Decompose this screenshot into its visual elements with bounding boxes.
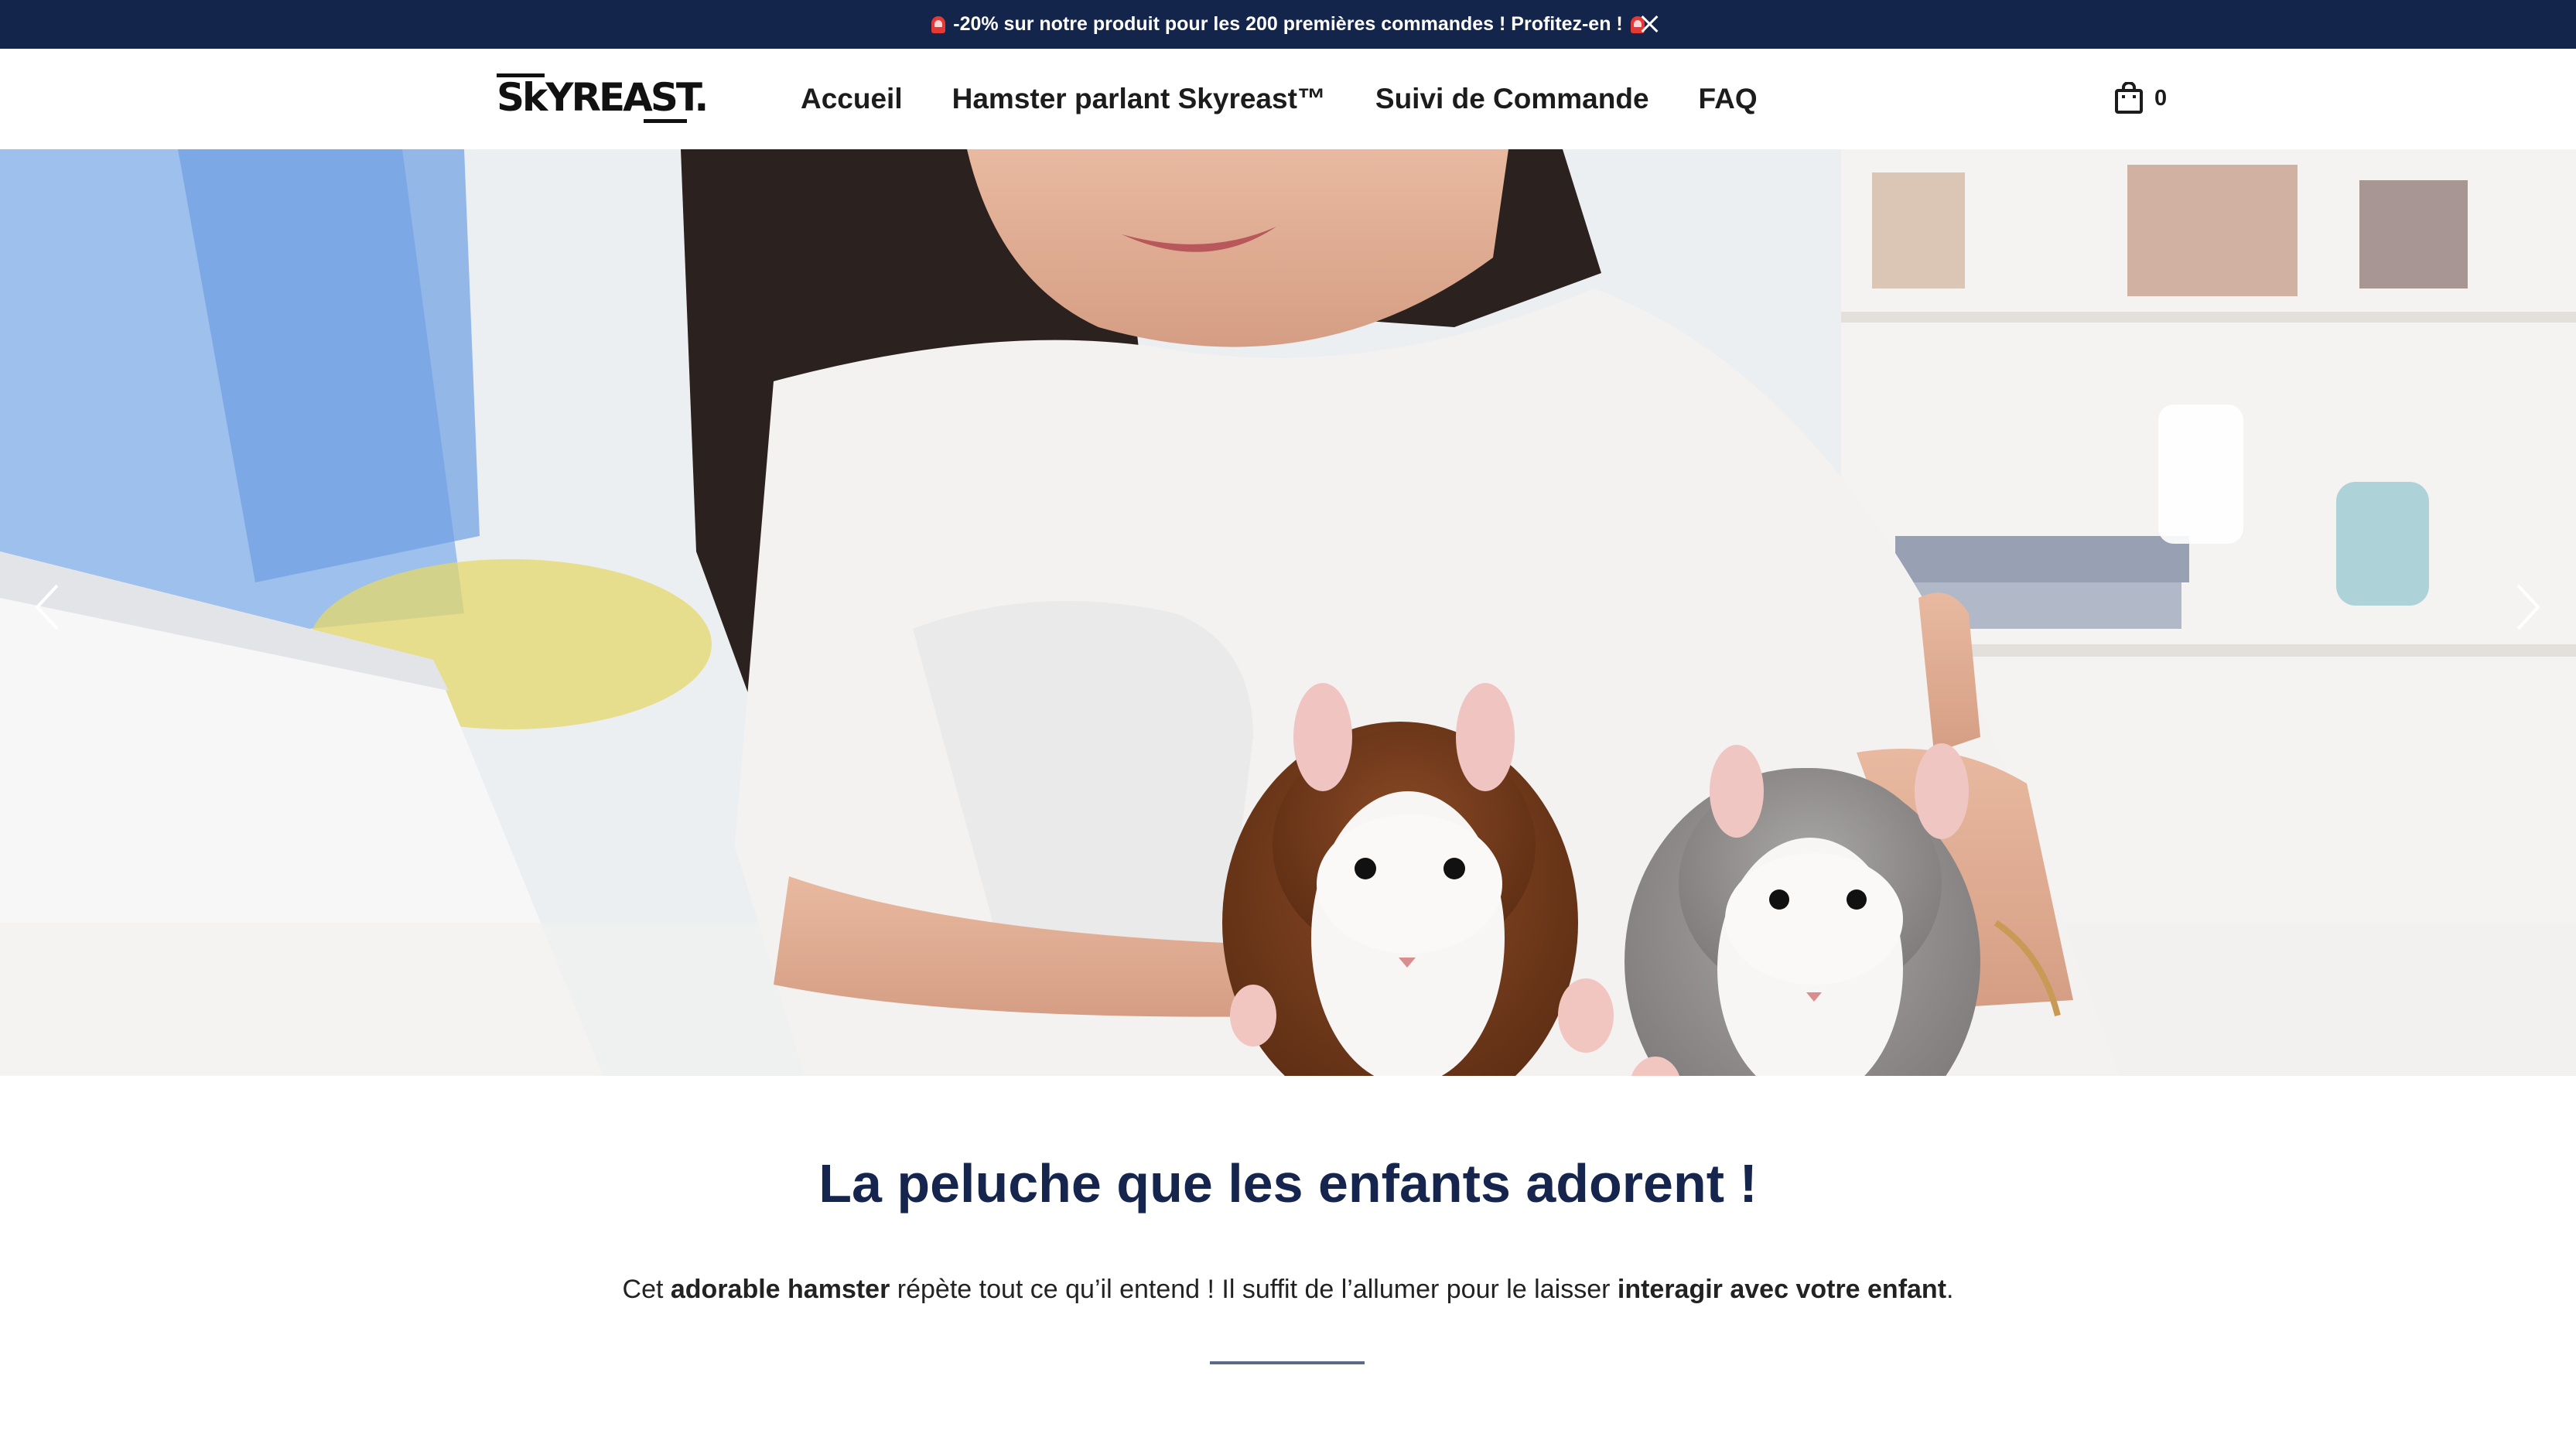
cart-count: 0 [2154,85,2168,111]
nav-item-suivi-de-commande[interactable]: Suivi de Commande [1375,83,1649,115]
hero-slideshow [0,149,2576,1076]
nav-item-hamster-parlant[interactable]: Hamster parlant Skyreast™ [952,83,1326,115]
description-bold-adorable-hamster: adorable hamster [670,1275,890,1304]
nav-item-accueil[interactable]: Accueil [801,83,903,115]
description-part: Cet [622,1275,671,1304]
main-nav: Accueil Hamster parlant Skyreast™ Suivi … [801,49,1758,149]
close-icon[interactable] [1638,13,1660,35]
chevron-right-icon[interactable] [2512,582,2543,632]
announcement-bar: -20% sur notre produit pour les 200 prem… [0,0,2576,49]
chevron-left-icon[interactable] [32,582,63,632]
site-header: SkYREAST. Accueil Hamster parlant Skyrea… [0,49,2576,149]
section-description: Cet adorable hamster répète tout ce qu’i… [0,1275,2576,1305]
section-headline: La peluche que les enfants adorent ! [818,1153,1758,1214]
hero-image [0,149,2576,1076]
nav-item-faq[interactable]: FAQ [1699,83,1758,115]
description-part: répète tout ce qu’il entend ! Il suffit … [890,1275,1618,1304]
cart-button[interactable]: 0 [2114,80,2167,117]
shopping-bag-icon [2115,82,2143,114]
logo[interactable]: SkYREAST. [497,73,709,125]
logo-bar-bottom [644,119,687,123]
announcement-text: -20% sur notre produit pour les 200 prem… [953,13,1623,35]
description-bold-interagir: interagir avec votre enfant [1617,1275,1947,1304]
section-divider [1210,1361,1365,1364]
logo-text: SkYREAST. [497,75,709,120]
description-part: . [1946,1275,1954,1304]
siren-icon [931,15,946,33]
